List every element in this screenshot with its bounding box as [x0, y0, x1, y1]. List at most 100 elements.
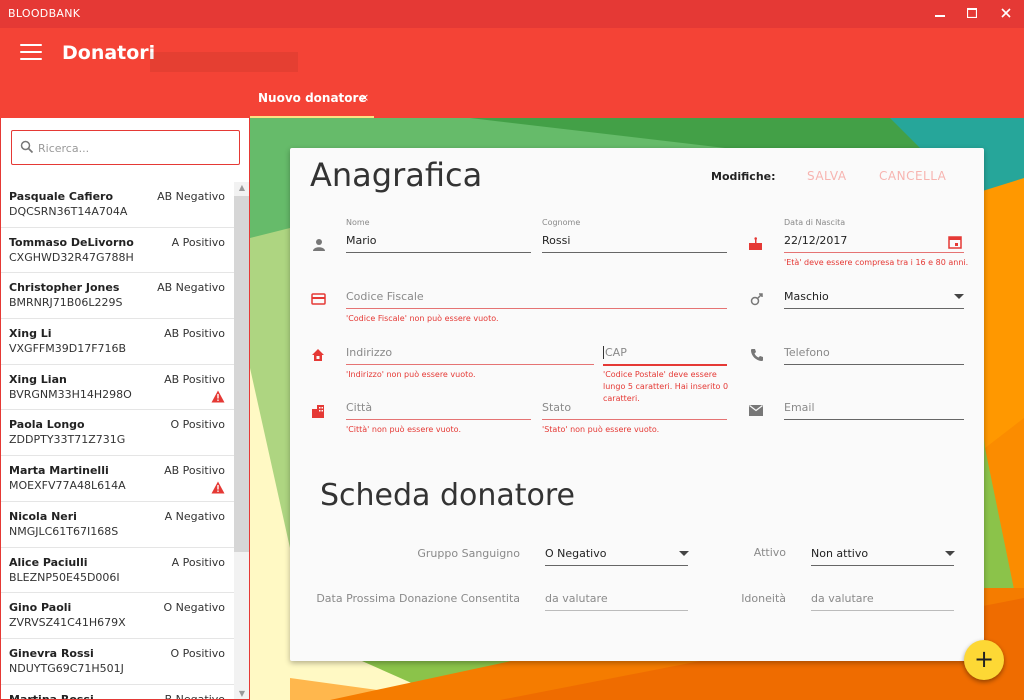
donor-blood-group: AB Positivo	[164, 327, 225, 341]
donor-name: Christopher Jones	[9, 281, 120, 295]
donor-blood-group: O Positivo	[170, 646, 225, 660]
list-scrollbar[interactable]: ▲ ▼	[234, 182, 249, 699]
nome-value[interactable]: Mario	[346, 234, 377, 247]
cake-icon	[749, 237, 762, 250]
maximize-button[interactable]	[962, 5, 982, 23]
prossima-donazione-placeholder[interactable]: da valutare	[545, 592, 608, 605]
donor-sidebar: Pasquale Cafiero DQCSRN36T14A704A AB Negat…	[0, 118, 250, 700]
list-item[interactable]: Pasquale Cafiero DQCSRN36T14A704A AB Negat…	[1, 182, 234, 228]
cognome-label: Cognome	[542, 218, 581, 227]
list-item[interactable]: Xing Lian BVRGNM33H14H298O AB Positivo	[1, 364, 234, 411]
save-button[interactable]: SALVA	[807, 169, 847, 183]
donor-name: Ginevra Rossi	[9, 646, 94, 660]
donor-blood-group: AB Positivo	[164, 464, 225, 478]
window-titlebar: BLOODBANK	[0, 0, 1024, 28]
cancel-button[interactable]: CANCELLA	[879, 169, 946, 183]
donor-name: Xing Li	[9, 327, 52, 341]
search-icon	[20, 140, 34, 154]
stato-error: 'Stato' non può essere vuoto.	[542, 425, 660, 434]
stato-placeholder[interactable]: Stato	[542, 401, 571, 414]
search-box	[11, 130, 240, 165]
tab-label: Nuovo donatore	[258, 91, 367, 105]
sesso-value[interactable]: Maschio	[784, 290, 829, 303]
donor-code: MOEXFV77A48L614A	[9, 479, 126, 493]
codice-fiscale-placeholder[interactable]: Codice Fiscale	[346, 290, 424, 303]
donor-blood-group: A Positivo	[171, 235, 225, 249]
home-icon	[312, 349, 324, 361]
donor-name: Martina Rossi	[9, 692, 94, 700]
person-icon	[313, 239, 325, 251]
donor-blood-group: B Negativo	[164, 692, 225, 700]
list-item[interactable]: Alice Paciulli BLEZNP50E45D006I A Positivo	[1, 547, 234, 594]
maximize-icon	[966, 7, 978, 19]
idoneita-placeholder[interactable]: da valutare	[811, 592, 874, 605]
minimize-button[interactable]	[930, 5, 950, 23]
tab-close-icon[interactable]: ×	[360, 91, 369, 104]
warning-icon	[211, 390, 225, 403]
donor-name: Pasquale Cafiero	[9, 190, 114, 203]
hamburger-menu-icon[interactable]	[20, 44, 42, 62]
chevron-down-icon[interactable]	[679, 551, 689, 556]
nome-label: Nome	[346, 218, 370, 227]
phone-icon	[751, 349, 763, 361]
add-donor-button[interactable]: +	[964, 640, 1004, 680]
data-nascita-error: 'Età' deve essere compresa tra i 16 e 80…	[784, 258, 969, 267]
toolbar-search-placeholder	[150, 52, 298, 72]
chevron-down-icon[interactable]	[954, 294, 964, 299]
list-item[interactable]: Ginevra Rossi NDUYTG69C71H501J O Positivo	[1, 638, 234, 685]
calendar-icon[interactable]	[948, 235, 962, 249]
donor-code: DQCSRN36T14A704A	[9, 205, 128, 218]
donor-code: NDUYTG69C71H501J	[9, 661, 124, 675]
donor-blood-group: AB Negativo	[157, 281, 225, 295]
tab-nuovo-donatore[interactable]: Nuovo donatore ×	[250, 82, 374, 118]
list-item[interactable]: Christopher Jones BMRNRJ71B06L229S AB Nega…	[1, 273, 234, 320]
list-item[interactable]: Tommaso DeLivorno CXGHWD32R47G788H A Posit…	[1, 227, 234, 274]
window-title: BLOODBANK	[8, 7, 81, 20]
attivo-value[interactable]: Non attivo	[811, 547, 868, 560]
donor-code: NMGJLC61T67I168S	[9, 524, 119, 538]
scroll-down-icon[interactable]: ▼	[234, 688, 249, 699]
scroll-thumb[interactable]	[234, 196, 249, 552]
plus-icon: +	[973, 645, 995, 673]
list-item[interactable]: Martina Rossi B Negativo	[1, 684, 234, 700]
list-item[interactable]: Nicola Neri NMGJLC61T67I168S A Negativo	[1, 501, 234, 548]
donor-code: BLEZNP50E45D006I	[9, 570, 120, 584]
codice-fiscale-error: 'Codice Fiscale' non può essere vuoto.	[346, 314, 499, 323]
donor-name: Marta Martinelli	[9, 464, 109, 478]
indirizzo-placeholder[interactable]: Indirizzo	[346, 346, 392, 359]
cognome-value[interactable]: Rossi	[542, 234, 570, 247]
gruppo-sanguigno-label: Gruppo Sanguigno	[417, 547, 520, 560]
donor-code: BMRNRJ71B06L229S	[9, 296, 123, 310]
donor-code: VXGFFM39D17F716B	[9, 342, 127, 356]
donor-blood-group: O Negativo	[163, 601, 225, 615]
donor-name: Alice Paciulli	[9, 555, 88, 569]
minimize-icon	[935, 15, 945, 17]
credit-card-icon	[311, 293, 326, 305]
data-nascita-value[interactable]: 22/12/2017	[784, 234, 847, 247]
donor-form-card: Anagrafica Modifiche: SALVA CANCELLA Nom…	[290, 148, 984, 661]
donor-name: Paola Longo	[9, 418, 85, 432]
email-placeholder[interactable]: Email	[784, 401, 815, 414]
app-toolbar: Donatori Nuovo donatore ×	[0, 28, 1024, 118]
citta-placeholder[interactable]: Città	[346, 401, 372, 414]
list-item[interactable]: Gino Paoli ZVRVSZ41C41H679X O Negativo	[1, 593, 234, 639]
prossima-donazione-label: Data Prossima Donazione Consentita	[316, 592, 520, 605]
donor-blood-group: O Positivo	[170, 418, 225, 432]
list-item[interactable]: Xing Li VXGFFM39D17F716B AB Positivo	[1, 319, 234, 365]
anagrafica-title: Anagrafica	[310, 156, 483, 194]
list-item[interactable]: Marta Martinelli MOEXFV77A48L614A AB Posit…	[1, 456, 234, 502]
chevron-down-icon[interactable]	[945, 551, 955, 556]
cap-placeholder[interactable]: CAP	[603, 346, 627, 359]
telefono-placeholder[interactable]: Telefono	[784, 346, 830, 359]
list-item[interactable]: Paola Longo ZDDPTY33T71Z731G O Positivo	[1, 410, 234, 457]
scheda-donatore-title: Scheda donatore	[320, 478, 576, 513]
close-window-button[interactable]	[996, 5, 1016, 23]
data-nascita-label: Data di Nascita	[784, 218, 846, 227]
scroll-up-icon[interactable]: ▲	[234, 182, 249, 194]
donor-list: Pasquale Cafiero DQCSRN36T14A704A AB Negat…	[1, 182, 234, 700]
gruppo-sanguigno-value[interactable]: O Negativo	[545, 547, 606, 560]
donor-blood-group: A Positivo	[171, 555, 225, 569]
indirizzo-error: 'Indirizzo' non può essere vuoto.	[346, 370, 476, 379]
search-input[interactable]	[38, 139, 228, 157]
donor-name: Gino Paoli	[9, 601, 72, 615]
